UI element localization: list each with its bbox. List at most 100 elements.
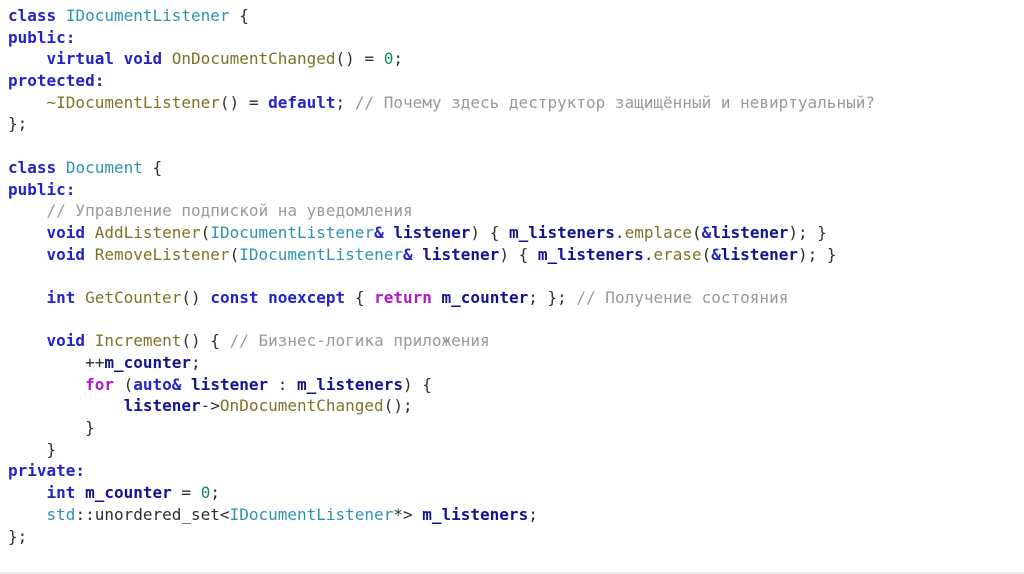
code-token-variable: m_counter [104, 353, 192, 372]
code-token-variable: listener [123, 396, 201, 416]
code-token-plain: } [8, 439, 57, 459]
code-token-keyword: auto& [133, 374, 182, 394]
code-token-variable: m_listeners [508, 222, 615, 242]
code-line: public: [8, 27, 875, 49]
code-token-variable: m_listeners [422, 504, 529, 524]
code-token-plain: ; [191, 353, 201, 372]
code-token-keyword: virtual [46, 49, 114, 69]
code-token-keyword: public: [8, 27, 76, 47]
code-token-keyword: int [46, 483, 76, 503]
code-line: public: [8, 179, 875, 201]
code-token-keyword: const [210, 287, 259, 307]
code-token-plain: ::unordered_set< [75, 504, 230, 524]
code-token-plain: ) { [402, 374, 432, 394]
code-line: int GetCounter() const noexcept { return… [8, 287, 875, 309]
code-token-variable: listener [393, 222, 471, 242]
code-token-function: erase [653, 244, 702, 264]
code-token-plain: ; [393, 49, 403, 69]
code-token-function: AddListener [94, 222, 201, 242]
code-token-number: 0 [200, 483, 211, 503]
code-token-plain: ); } [797, 244, 837, 264]
code-token-plain: : [268, 374, 298, 394]
code-token-plain: ; [528, 504, 538, 524]
code-line: // Управление подпиской на уведомления [8, 200, 875, 222]
code-token-plain: () { [181, 331, 230, 351]
code-token-plain: ; [335, 92, 355, 112]
code-token-plain: }; [8, 114, 28, 134]
code-token-keyword: default [268, 92, 336, 112]
code-token-plain: ) { [499, 244, 538, 264]
code-line: } [8, 439, 875, 461]
code-token-plain: ( [113, 374, 134, 394]
code-token-function: emplace [624, 222, 692, 242]
code-token-plain: { [142, 157, 163, 177]
code-token-plain: { [229, 6, 249, 25]
code-token-plain: ) { [470, 222, 509, 242]
code-token-plain: (); [383, 396, 413, 416]
code-token-keyword: void [46, 222, 86, 242]
code-line: }; [8, 526, 875, 548]
code-token-variable: m_counter [85, 483, 172, 503]
code-line: void AddListener(IDocumentListener& list… [8, 222, 875, 244]
code-token-plain: ); } [788, 222, 827, 242]
code-line: protected: [8, 70, 875, 92]
code-token-variable: listener [422, 244, 500, 264]
code-token-variable: m_listeners [537, 244, 644, 264]
code-token-variable: listener [191, 374, 269, 394]
code-token-keyword: & [701, 222, 712, 242]
code-slide: class IDocumentListener {public: virtual… [0, 0, 1024, 574]
code-token-keyword: void [46, 244, 86, 264]
code-token-function: RemoveListener [94, 244, 230, 264]
code-token-plain: ( [701, 244, 712, 264]
code-token-comment: // Почему здесь деструктор защищённый и … [354, 92, 875, 112]
code-line: }; [8, 113, 875, 135]
code-token-plain: () = [219, 92, 269, 112]
code-token-comment: // Управление подпиской на уведомления [46, 201, 413, 221]
code-token-keyword: & [711, 244, 721, 264]
code-token-plain: () = [335, 49, 384, 69]
code-token-keyword: & [402, 244, 413, 264]
code-line: void RemoveListener(IDocumentListener& l… [8, 244, 875, 266]
code-token-type: IDocumentListener [65, 6, 230, 25]
code-token-plain: ; [210, 483, 220, 503]
code-line: ++m_counter; [8, 352, 875, 374]
code-line: virtual void OnDocumentChanged() = 0; [8, 48, 875, 70]
code-token-plain: ( [229, 244, 240, 264]
code-line: class IDocumentListener { [8, 5, 875, 27]
code-token-comment: // Бизнес-логика приложения [229, 331, 490, 351]
code-token-function: ~IDocumentListener [46, 92, 220, 112]
code-token-function: GetCounter [85, 287, 182, 307]
code-token-keyword: int [46, 287, 76, 307]
code-token-plain: { [345, 287, 375, 307]
code-token-type: IDocumentListener [229, 504, 394, 524]
code-token-type: Document [65, 157, 143, 177]
code-token-keyword: protected: [8, 71, 105, 91]
code-token-plain: -> [200, 396, 220, 416]
code-token-function: OnDocumentChanged [219, 396, 384, 416]
code-token-comment: // Получение состояния [576, 287, 789, 307]
code-line: int m_counter = 0; [8, 482, 875, 504]
code-token-number: 0 [383, 49, 394, 69]
code-token-keyword: noexcept [268, 287, 346, 307]
code-line: void Increment() { // Бизнес-логика прил… [8, 330, 875, 352]
code-token-type: std [46, 504, 76, 524]
code-token-variable: listener [711, 222, 789, 242]
